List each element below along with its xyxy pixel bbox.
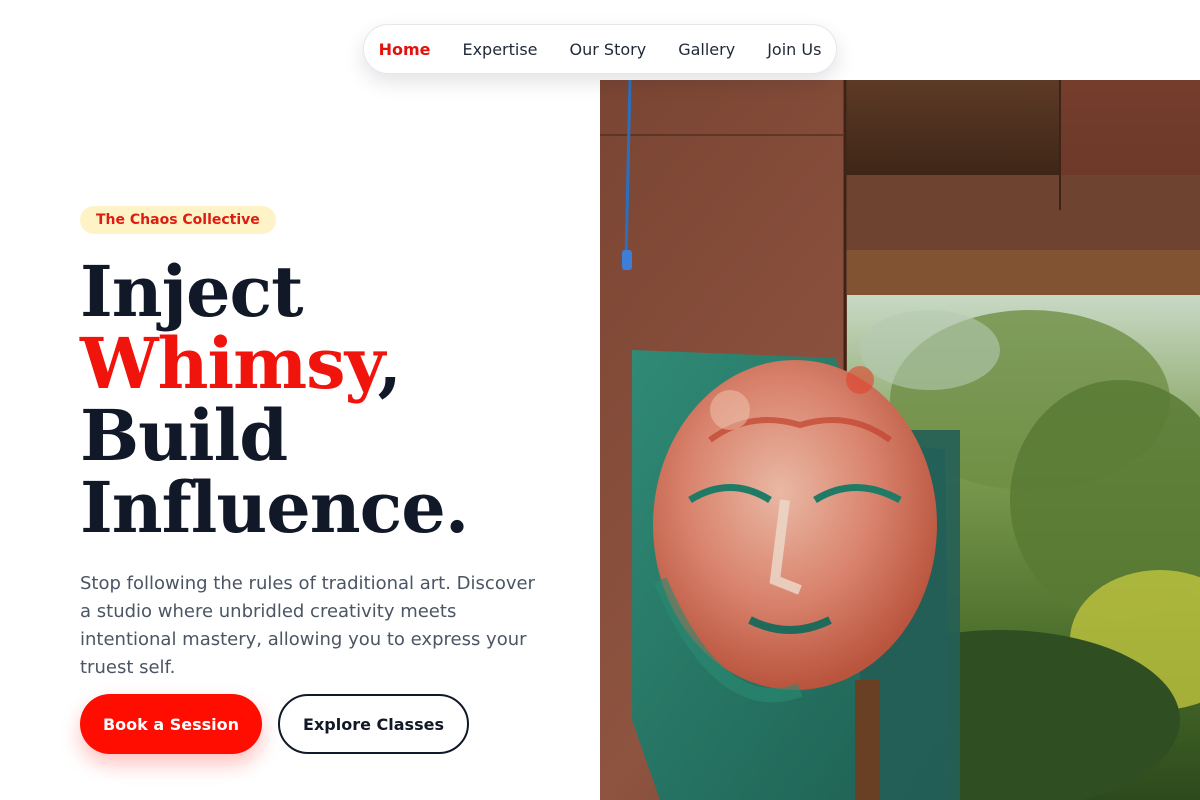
headline-line-3: Build <box>80 394 288 477</box>
hero-headline: Inject Whimsy, Build Influence. <box>80 256 469 544</box>
landing-page: Home Expertise Our Story Gallery Join Us… <box>0 0 1200 800</box>
nav-our-story[interactable]: Our Story <box>570 40 647 59</box>
headline-accent-word: Whimsy <box>80 322 379 405</box>
nav-gallery[interactable]: Gallery <box>678 40 735 59</box>
hero-image <box>600 80 1200 800</box>
headline-line-4: Influence. <box>80 466 469 549</box>
top-navigation: Home Expertise Our Story Gallery Join Us <box>363 24 837 74</box>
hero-artwork <box>600 80 1200 800</box>
headline-comma: , <box>377 322 402 405</box>
nav-join-us[interactable]: Join Us <box>767 40 821 59</box>
nav-home[interactable]: Home <box>379 40 431 59</box>
explore-classes-button[interactable]: Explore Classes <box>278 694 469 754</box>
brand-badge: The Chaos Collective <box>80 206 276 234</box>
book-session-button[interactable]: Book a Session <box>80 694 262 754</box>
hero-description: Stop following the rules of traditional … <box>80 573 535 678</box>
nav-expertise[interactable]: Expertise <box>462 40 537 59</box>
headline-line-1: Inject <box>80 250 303 333</box>
